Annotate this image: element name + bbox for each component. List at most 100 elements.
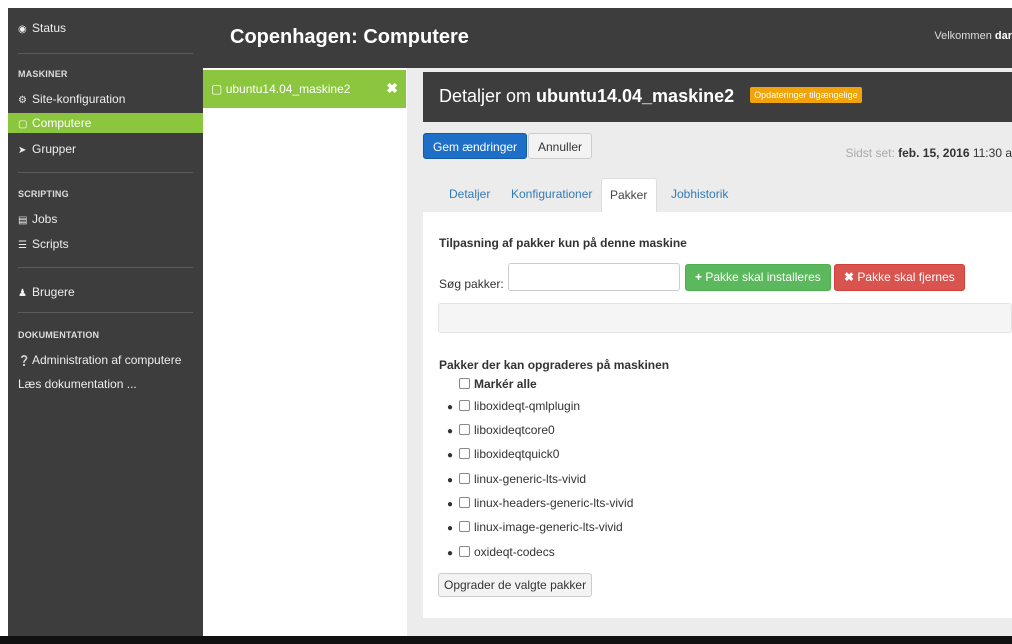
sidebar-item-computere[interactable]: ▢ Computere [18,113,91,133]
package-checkbox[interactable] [459,400,470,412]
bullet: ● [447,475,454,486]
sidebar-item-label: Læs dokumentation ... [18,377,137,391]
gear-icon: ⚙ [18,95,27,106]
package-item: ● linux-headers-generic-lts-vivid [447,494,633,512]
package-item: ● liboxideqtcore0 [447,421,555,439]
sidebar-item-label: Computere [32,116,92,130]
sidebar-divider [18,172,193,173]
package-checkbox[interactable] [459,521,470,533]
packages-panel: Tilpasning af pakker kun på denne maskin… [423,212,1012,618]
sidebar-heading-dokumentation: DOKUMENTATION [18,330,100,340]
machine-name: ubuntu14.04_maskine2 [225,82,351,96]
bottom-bar [0,636,1012,644]
package-name: liboxideqtcore0 [474,423,555,437]
package-checkbox[interactable] [459,424,470,436]
package-name: liboxideqtquick0 [474,447,560,461]
sidebar-item-label: Brugere [32,285,75,299]
sidebar-divider [18,312,193,313]
sidebar-item-status[interactable]: ◉ Status [18,18,66,38]
machine-list: ▢ ubuntu14.04_maskine2 ✖ [203,68,406,638]
bullet: ● [447,499,454,510]
sidebar-item-scripts[interactable]: ☰ Scripts [18,234,69,254]
sidebar-item-label: Jobs [32,212,58,226]
sidebar-item-label: Status [32,21,67,35]
package-name: linux-generic-lts-vivid [474,472,587,486]
package-checkbox[interactable] [459,546,470,558]
bullet: ● [447,450,454,461]
install-label: Pakke skal installeres [705,270,821,284]
eye-icon: ◉ [18,24,27,35]
page-title: Copenhagen: Computere [230,26,469,48]
last-seen-time: 11:30 a [969,146,1012,160]
detail-title: Detaljer om ubuntu14.04_maskine2 Opdateri… [439,86,862,107]
detail-title-prefix: Detaljer om [439,86,537,106]
tab-detaljer[interactable]: Detaljer [449,178,490,212]
plus-icon: + [695,270,703,284]
laptop-icon: ▢ [211,82,223,96]
laptop-icon: ▢ [18,119,28,130]
sidebar-item-label: Administration af computere [32,353,182,367]
sidebar-divider [18,53,193,54]
sidebar-item-administration[interactable]: ❔ Administration af computere [18,350,181,370]
bullet: ● [447,426,454,437]
last-seen: Sidst set: feb. 15, 2016 11:30 a [845,146,1012,160]
section-title-tilpasning: Tilpasning af pakker kun på denne maskin… [439,236,687,250]
sidebar-item-jobs[interactable]: ▤ Jobs [18,209,57,229]
search-label: Søg pakker: [439,277,504,291]
package-name: linux-headers-generic-lts-vivid [474,496,634,510]
welcome-prefix: Velkommen [934,30,995,42]
package-item: ● oxideqt-codecs [447,543,555,561]
package-checkbox[interactable] [459,473,470,485]
select-all-row[interactable]: Markér alle [459,375,537,393]
search-packages-input[interactable] [508,263,680,291]
select-all-checkbox[interactable] [459,378,470,390]
tab-konfigurationer[interactable]: Konfigurationer [511,178,592,212]
install-package-button[interactable]: + Pakke skal installeres [685,264,831,291]
sidebar-item-brugere[interactable]: ♟ Brugere [18,282,75,302]
tag-icon: ➤ [18,145,27,156]
detail-header: Detaljer om ubuntu14.04_maskine2 Opdateri… [423,72,1012,122]
machine-list-item[interactable]: ▢ ubuntu14.04_maskine2 ✖ [203,70,406,108]
welcome-user[interactable]: dar [995,30,1012,42]
package-item: ● linux-generic-lts-vivid [447,470,586,488]
tab-jobhistorik[interactable]: Jobhistorik [671,178,728,212]
bullet: ● [447,402,454,413]
sidebar-item-label: Site-konfiguration [32,92,126,106]
package-name: linux-image-generic-lts-vivid [474,520,623,534]
section-title-upgradable: Pakker der kan opgraderes på maskinen [439,358,670,372]
select-all-label: Markér alle [474,377,537,391]
save-button[interactable]: Gem ændringer [423,133,528,159]
package-item: ● liboxideqtquick0 [447,445,559,463]
package-checkbox[interactable] [459,497,470,509]
machine-label: ▢ ubuntu14.04_maskine2 [211,82,350,96]
remove-label: Pakke skal fjernes [857,270,955,284]
upgrade-selected-button[interactable]: Opgrader de valgte pakker [438,573,593,597]
sidebar-heading-scripting: SCRIPTING [18,189,69,199]
last-seen-label: Sidst set: [845,146,899,160]
package-item: ● linux-image-generic-lts-vivid [447,518,623,536]
updates-badge: Opdateringer tilgængelige [750,87,862,104]
bullet: ● [447,523,454,534]
sidebar-item-grupper[interactable]: ➤ Grupper [18,139,76,159]
last-seen-date: feb. 15, 2016 [898,146,970,160]
sidebar-item-laes-dokumentation[interactable]: Læs dokumentation ... [18,374,137,394]
sidebar-item-label: Grupper [32,142,77,156]
package-name: liboxideqt-qmlplugin [474,399,581,413]
list-icon: ☰ [18,240,27,251]
package-name: oxideqt-codecs [474,545,555,559]
top-header: Copenhagen: Computere Velkommen dar [203,8,1012,68]
bullet: ● [447,548,454,559]
sidebar: ◉ Status MASKINER ⚙ Site-konfiguration ▢ Co… [8,8,203,636]
cancel-button[interactable]: Annuller [528,133,593,159]
tab-pakker[interactable]: Pakker [601,178,657,212]
remove-package-button[interactable]: ✖ Pakke skal fjernes [834,264,965,291]
sidebar-heading-maskiner: MASKINER [18,69,68,79]
package-item: ● liboxideqt-qmlplugin [447,397,580,415]
list-alt-icon: ▤ [18,215,28,226]
sidebar-item-site-konfiguration[interactable]: ⚙ Site-konfiguration [18,89,125,109]
close-icon[interactable]: ✖ [386,80,398,97]
package-checkbox[interactable] [459,448,470,460]
sidebar-divider [18,267,193,268]
welcome-text: Velkommen dar [934,30,1012,42]
remove-icon: ✖ [844,270,855,284]
